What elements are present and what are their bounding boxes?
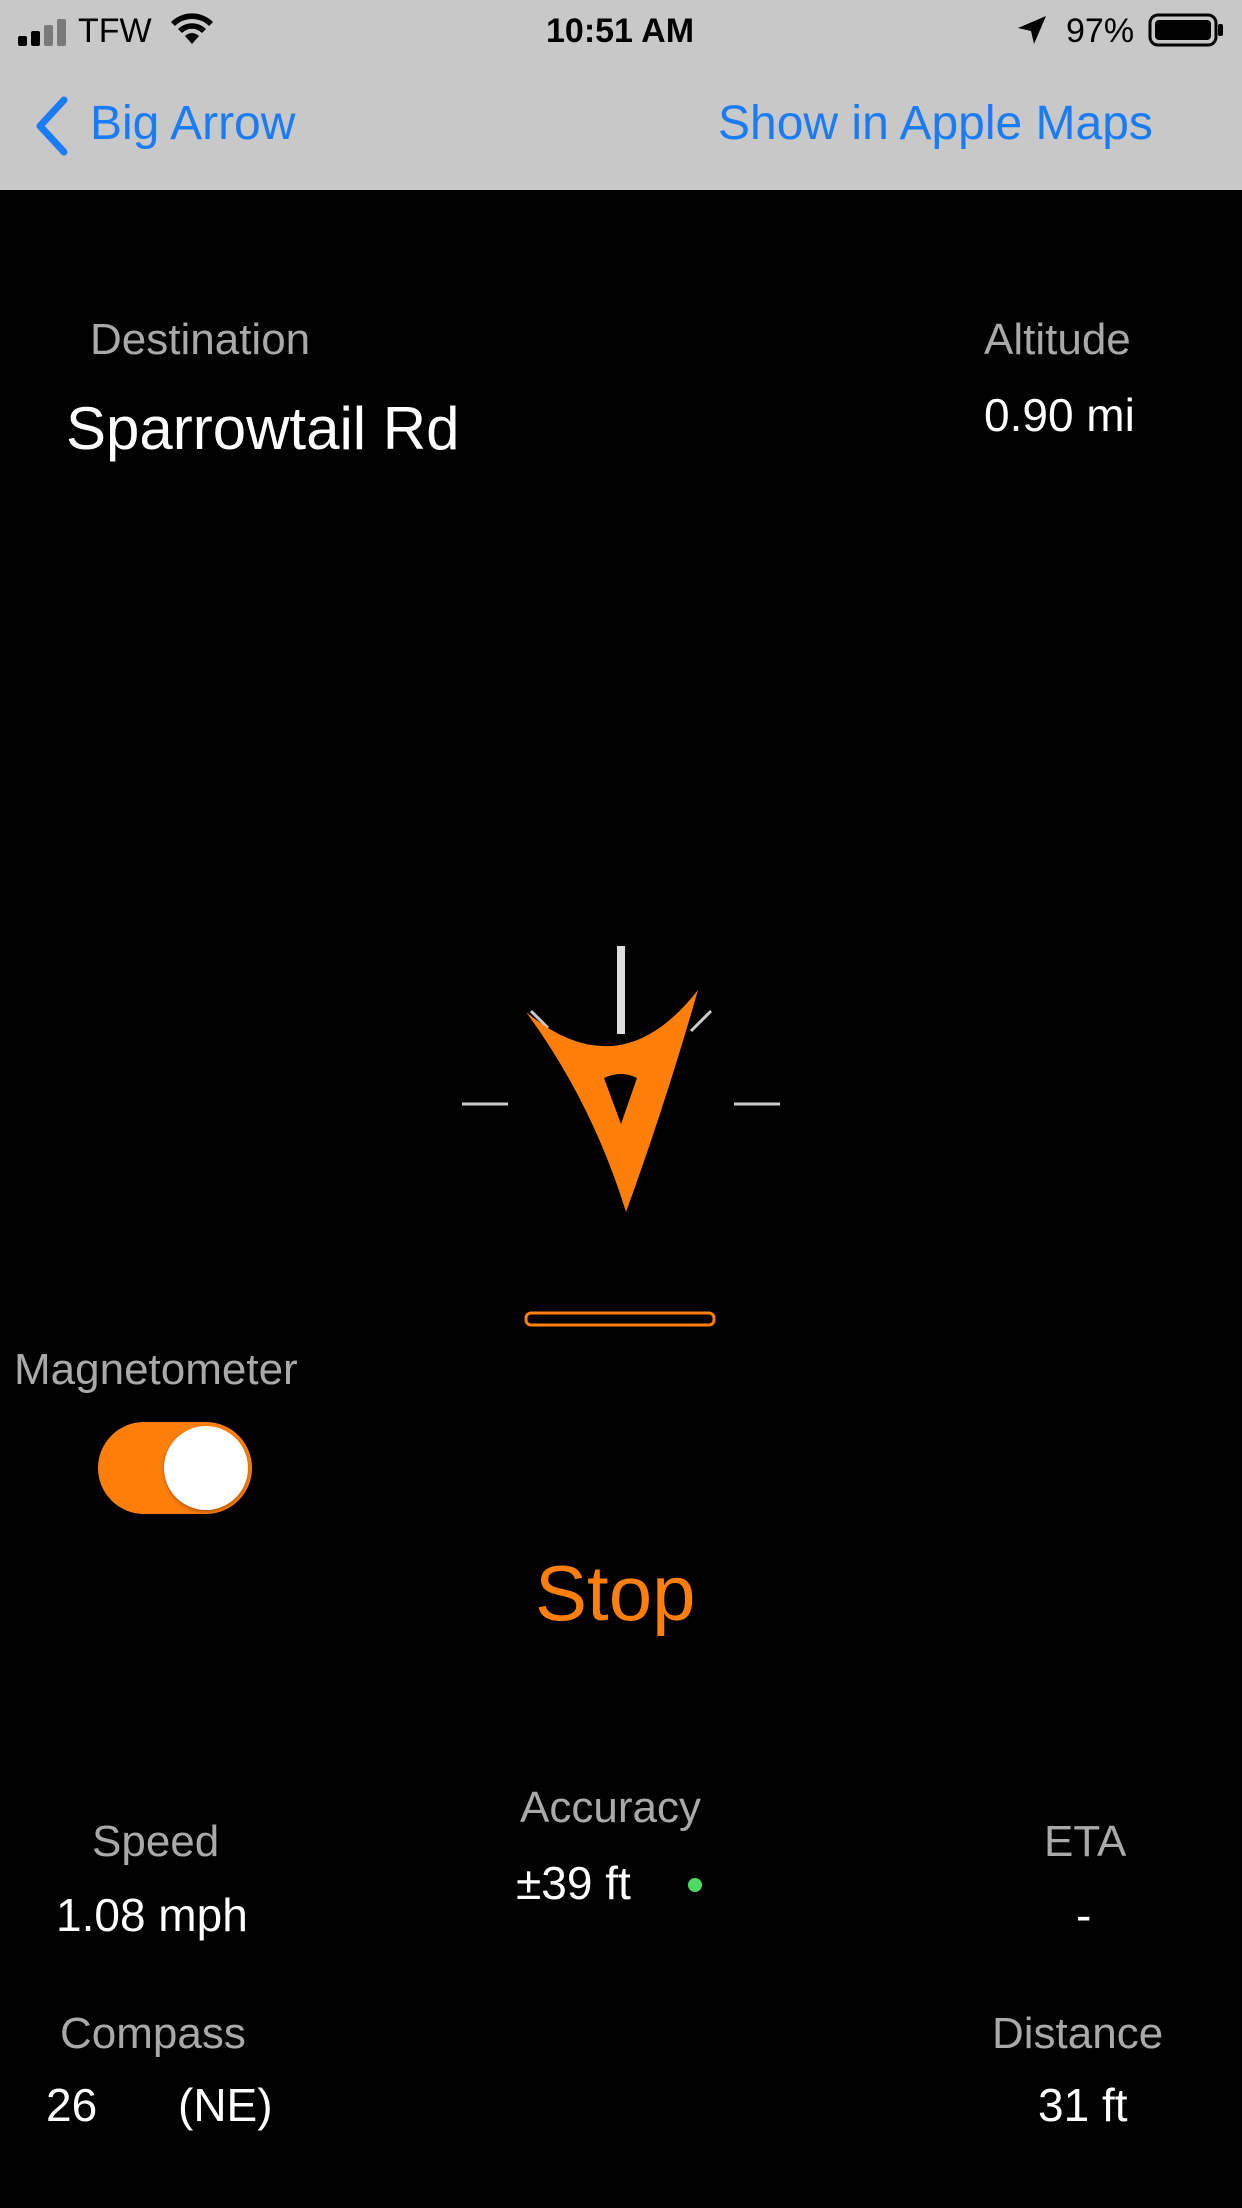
magnetometer-toggle[interactable]	[98, 1422, 252, 1514]
magnetometer-label: Magnetometer	[14, 1345, 298, 1394]
distance-value: 31 ft	[1038, 2079, 1128, 2131]
eta-value: -	[1076, 1889, 1092, 1941]
altitude-value: 0.90 mi	[984, 389, 1135, 441]
cellular-signal-icon	[18, 18, 74, 46]
wifi-icon	[170, 12, 214, 46]
compass-label: Compass	[60, 2009, 246, 2058]
carrier-name: TFW	[78, 12, 152, 50]
destination-label: Destination	[90, 315, 311, 364]
accuracy-indicator-dot	[688, 1878, 702, 1892]
compass-direction: (NE)	[178, 2079, 273, 2131]
accuracy-value: ±39 ft	[516, 1857, 631, 1909]
altitude-label: Altitude	[984, 315, 1131, 364]
direction-arrow-icon	[526, 990, 698, 1212]
battery-icon	[1148, 12, 1224, 48]
direction-dial	[440, 920, 800, 1340]
back-button[interactable]: Big Arrow	[34, 94, 324, 156]
clock: 10:51 AM	[546, 12, 695, 50]
chevron-left-icon	[34, 96, 70, 156]
calibration-bar	[524, 1311, 716, 1327]
show-in-apple-maps-button[interactable]: Show in Apple Maps	[718, 96, 1153, 152]
location-arrow-icon	[1016, 14, 1048, 46]
speed-value: 1.08 mph	[56, 1889, 248, 1941]
battery-percent: 97%	[1066, 12, 1135, 50]
speed-label: Speed	[92, 1817, 220, 1866]
distance-label: Distance	[992, 2009, 1164, 2058]
compass-degrees: 26	[46, 2079, 98, 2131]
stop-button[interactable]: Stop	[535, 1548, 695, 1638]
back-button-label: Big Arrow	[90, 97, 296, 150]
destination-value: Sparrowtail Rd	[66, 395, 460, 462]
eta-label: ETA	[1044, 1817, 1127, 1866]
accuracy-label: Accuracy	[520, 1783, 701, 1832]
toggle-knob	[164, 1426, 248, 1510]
dial-tick-ne	[689, 1009, 713, 1033]
